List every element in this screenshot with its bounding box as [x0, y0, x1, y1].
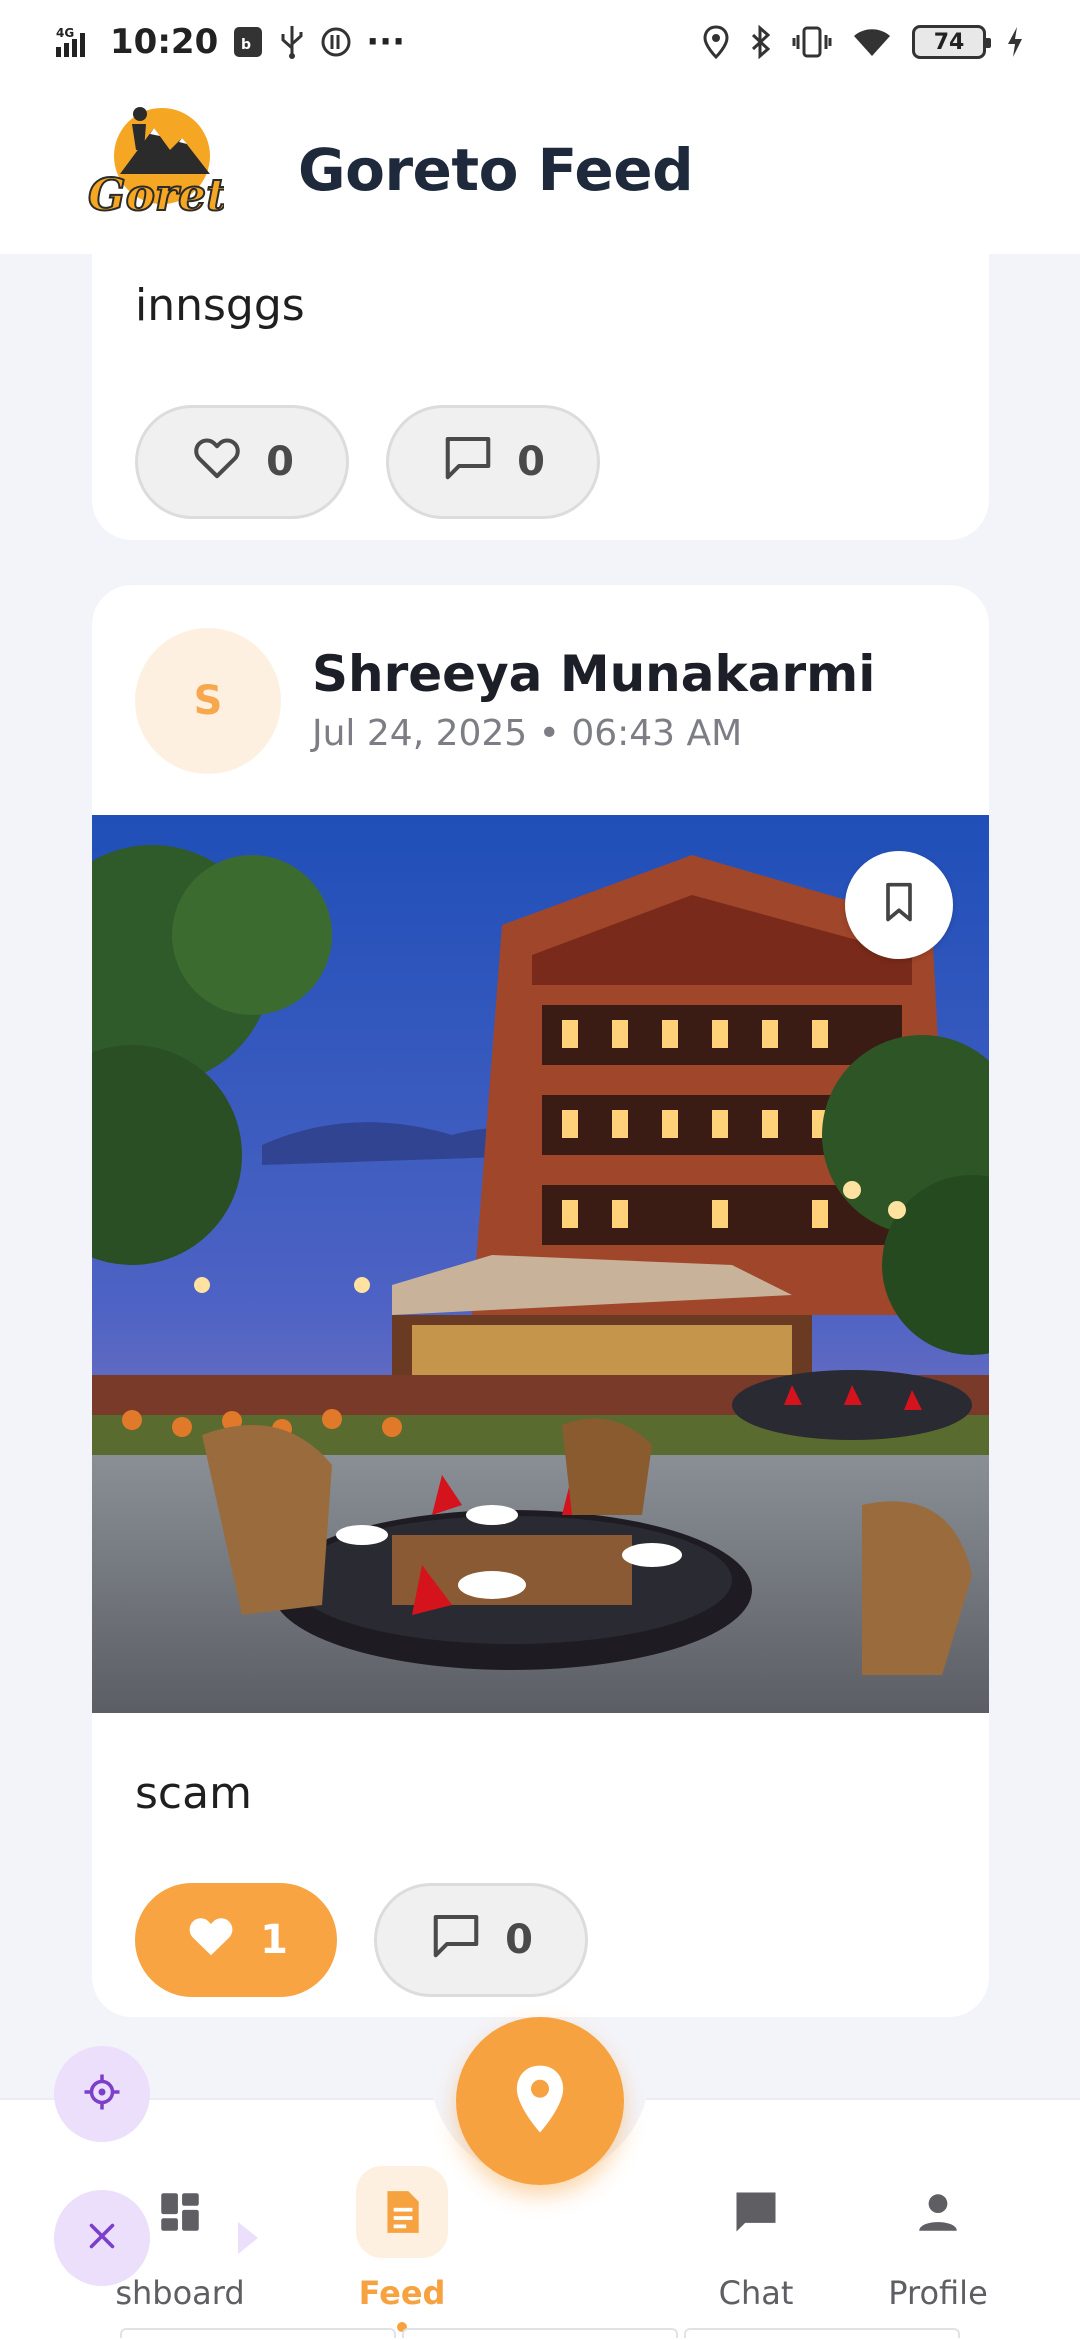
comment-button[interactable]: 0	[386, 405, 600, 519]
post-card: innsggs 0 0	[92, 230, 989, 540]
heart-filled-icon	[184, 1908, 238, 1972]
like-count: 1	[260, 1917, 288, 1963]
comment-count: 0	[505, 1917, 533, 1963]
nav-item-chat[interactable]: Chat	[656, 2166, 856, 2312]
expand-arrow-icon[interactable]	[236, 2218, 260, 2258]
goreto-logo: Goreto	[84, 104, 257, 228]
like-count: 0	[266, 439, 294, 485]
home-indicator	[120, 2328, 960, 2338]
locate-me-button[interactable]	[54, 2046, 150, 2142]
comment-button[interactable]: 0	[374, 1883, 588, 1997]
bluetooth-icon	[750, 25, 772, 59]
status-bar: 4G 10:20 b ··· 74	[0, 0, 1080, 84]
data-saver-icon	[320, 26, 352, 58]
post-text: scam	[135, 1768, 252, 1819]
svg-text:b: b	[241, 37, 251, 53]
nav-label: Profile	[888, 2274, 988, 2312]
page-title: Goreto Feed	[298, 136, 694, 204]
like-button[interactable]: 0	[135, 405, 349, 519]
usb-icon	[278, 24, 306, 60]
wifi-icon	[852, 26, 892, 58]
post-author[interactable]: Shreeya Munakarmi	[312, 645, 875, 703]
nav-item-feed[interactable]: Feed	[302, 2166, 502, 2332]
location-pin-icon	[509, 2063, 571, 2139]
close-fab-button[interactable]	[54, 2190, 150, 2286]
post-text: innsggs	[135, 280, 305, 331]
person-icon	[892, 2166, 984, 2258]
vibrate-icon	[792, 25, 832, 59]
crosshair-icon	[81, 2071, 123, 2117]
sim-icon: b	[232, 25, 264, 59]
like-button[interactable]: 1	[135, 1883, 337, 1997]
svg-text:Goreto: Goreto	[88, 170, 224, 221]
heart-outline-icon	[190, 430, 244, 494]
comment-icon	[429, 1908, 483, 1972]
close-icon	[84, 2218, 120, 2258]
svg-text:4G: 4G	[56, 26, 74, 40]
post-card: S Shreeya Munakarmi Jul 24, 2025 • 06:43…	[92, 585, 989, 2017]
avatar[interactable]: S	[135, 628, 281, 774]
signal-icon: 4G	[56, 25, 96, 59]
map-fab-button[interactable]	[456, 2017, 624, 2185]
chat-icon	[710, 2166, 802, 2258]
bookmark-icon	[877, 878, 921, 932]
comment-count: 0	[517, 439, 545, 485]
location-icon	[702, 25, 730, 59]
nav-item-profile[interactable]: Profile	[838, 2166, 1038, 2312]
charging-icon	[1006, 26, 1024, 58]
comment-icon	[441, 430, 495, 494]
app-header: Goreto Goreto Feed	[0, 84, 1080, 254]
more-notifications-icon: ···	[366, 22, 405, 62]
post-image[interactable]	[92, 815, 989, 1713]
battery-indicator: 74	[912, 25, 991, 59]
nav-label: shboard	[115, 2274, 245, 2312]
document-icon	[356, 2166, 448, 2258]
status-time: 10:20	[110, 22, 219, 62]
nav-label: Chat	[718, 2274, 794, 2312]
nav-label: Feed	[358, 2274, 446, 2312]
bookmark-button[interactable]	[845, 851, 953, 959]
post-timestamp: Jul 24, 2025 • 06:43 AM	[312, 713, 743, 754]
